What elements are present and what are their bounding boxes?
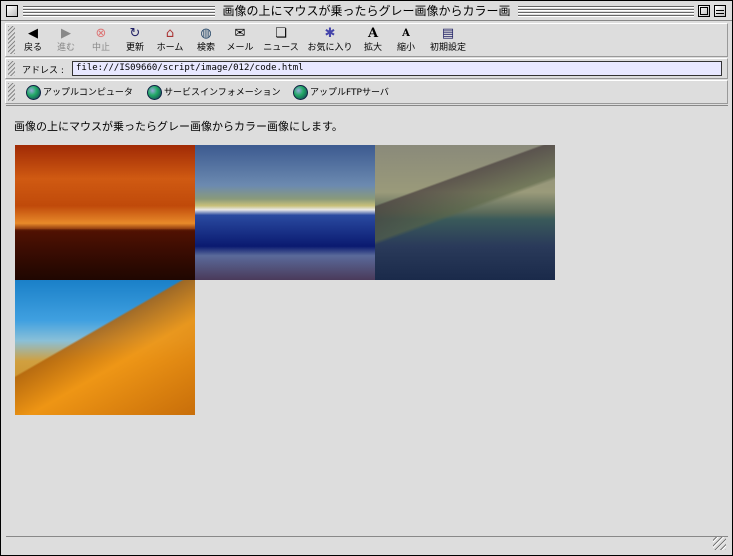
forward-button[interactable]: ▶ 進む bbox=[51, 26, 81, 56]
image-sunset-terrain[interactable] bbox=[15, 145, 195, 280]
intro-text: 画像の上にマウスが乗ったらグレー画像からカラー画像にします。 bbox=[14, 120, 343, 133]
favorite-label: アップルコンピュータ bbox=[43, 88, 133, 98]
back-button[interactable]: ◀ 戻る bbox=[18, 26, 48, 56]
back-arrow-icon: ◀ bbox=[28, 26, 38, 41]
refresh-button[interactable]: ↻ 更新 bbox=[120, 26, 150, 56]
favorite-label: アップルFTPサーバ bbox=[310, 88, 389, 98]
home-icon: ⌂ bbox=[165, 26, 175, 41]
image-coast-bay[interactable] bbox=[195, 145, 375, 280]
news-button[interactable]: ❏ ニュース bbox=[261, 26, 301, 56]
refresh-label: 更新 bbox=[125, 43, 144, 53]
globe-icon bbox=[147, 85, 162, 100]
home-button[interactable]: ⌂ ホーム bbox=[153, 26, 187, 56]
globe-icon bbox=[293, 85, 308, 100]
search-label: 検索 bbox=[196, 43, 215, 53]
globe-icon bbox=[26, 85, 41, 100]
title-stripes-right bbox=[518, 6, 694, 17]
stop-button[interactable]: ⊗ 中止 bbox=[86, 26, 116, 56]
text-smaller-label: 縮小 bbox=[396, 43, 415, 53]
toolbar: ◀ 戻る ▶ 進む ⊗ 中止 ↻ 更新 ⌂ ホーム ◍ 検索 ✉ メール ❏ ニ bbox=[5, 23, 728, 57]
mail-label: メール bbox=[226, 43, 254, 53]
refresh-icon: ↻ bbox=[129, 26, 141, 41]
favorites-bar: アップルコンピュータ サービスインフォメーション アップルFTPサーバ bbox=[5, 80, 728, 104]
stop-label: 中止 bbox=[91, 43, 110, 53]
text-smaller-icon: A bbox=[402, 28, 410, 39]
image-desert-peak[interactable] bbox=[15, 280, 195, 415]
address-grip[interactable] bbox=[8, 61, 15, 76]
page-content: 画像の上にマウスが乗ったらグレー画像からカラー画像にします。 bbox=[6, 105, 728, 536]
search-globe-icon: ◍ bbox=[200, 26, 212, 41]
favorites-label: お気に入り bbox=[307, 43, 353, 53]
favorite-label: サービスインフォメーション bbox=[164, 88, 281, 98]
browser-window: 画像の上にマウスが乗ったらグレー画像からカラー画 ◀ 戻る ▶ 進む ⊗ 中止 … bbox=[0, 0, 733, 556]
news-label: ニュース bbox=[263, 43, 299, 53]
text-larger-icon: A bbox=[367, 26, 379, 41]
text-larger-label: 拡大 bbox=[363, 43, 382, 53]
text-larger-button[interactable]: A 拡大 bbox=[361, 26, 385, 56]
search-button[interactable]: ◍ 検索 bbox=[191, 26, 221, 56]
window-title: 画像の上にマウスが乗ったらグレー画像からカラー画 bbox=[215, 3, 518, 19]
address-bar: アドレス : file:///IS09660/script/image/012/… bbox=[5, 58, 728, 79]
stop-icon: ⊗ bbox=[95, 26, 107, 41]
toolbar-grip[interactable] bbox=[8, 26, 15, 54]
text-smaller-button[interactable]: A 縮小 bbox=[394, 26, 418, 56]
preferences-icon: ▤ bbox=[441, 26, 455, 41]
home-label: ホーム bbox=[156, 43, 184, 53]
preferences-label: 初期設定 bbox=[429, 43, 466, 53]
image-mountain-lake[interactable] bbox=[375, 145, 555, 280]
favorite-apple-ftp-server[interactable]: アップルFTPサーバ bbox=[293, 84, 389, 102]
forward-label: 進む bbox=[56, 43, 75, 53]
forward-arrow-icon: ▶ bbox=[61, 26, 71, 41]
title-stripes-left bbox=[23, 6, 215, 17]
title-bar[interactable]: 画像の上にマウスが乗ったらグレー画像からカラー画 bbox=[1, 1, 732, 21]
resize-grip-icon[interactable] bbox=[713, 537, 726, 550]
back-label: 戻る bbox=[23, 43, 42, 53]
status-bar bbox=[6, 536, 728, 552]
collapse-box[interactable] bbox=[714, 5, 726, 17]
zoom-box[interactable] bbox=[698, 5, 710, 17]
close-box[interactable] bbox=[6, 5, 18, 17]
address-label: アドレス : bbox=[22, 66, 64, 76]
address-input[interactable]: file:///IS09660/script/image/012/code.ht… bbox=[72, 61, 722, 76]
mail-icon: ✉ bbox=[234, 26, 246, 41]
mail-button[interactable]: ✉ メール bbox=[224, 26, 256, 56]
favorite-service-information[interactable]: サービスインフォメーション bbox=[147, 84, 281, 102]
favorites-button[interactable]: ✱ お気に入り bbox=[307, 26, 353, 56]
preferences-button[interactable]: ▤ 初期設定 bbox=[426, 26, 470, 56]
favorite-apple-computer[interactable]: アップルコンピュータ bbox=[26, 84, 133, 102]
news-icon: ❏ bbox=[275, 26, 287, 41]
favorites-grip[interactable] bbox=[8, 83, 15, 101]
favorites-icon: ✱ bbox=[324, 26, 336, 41]
